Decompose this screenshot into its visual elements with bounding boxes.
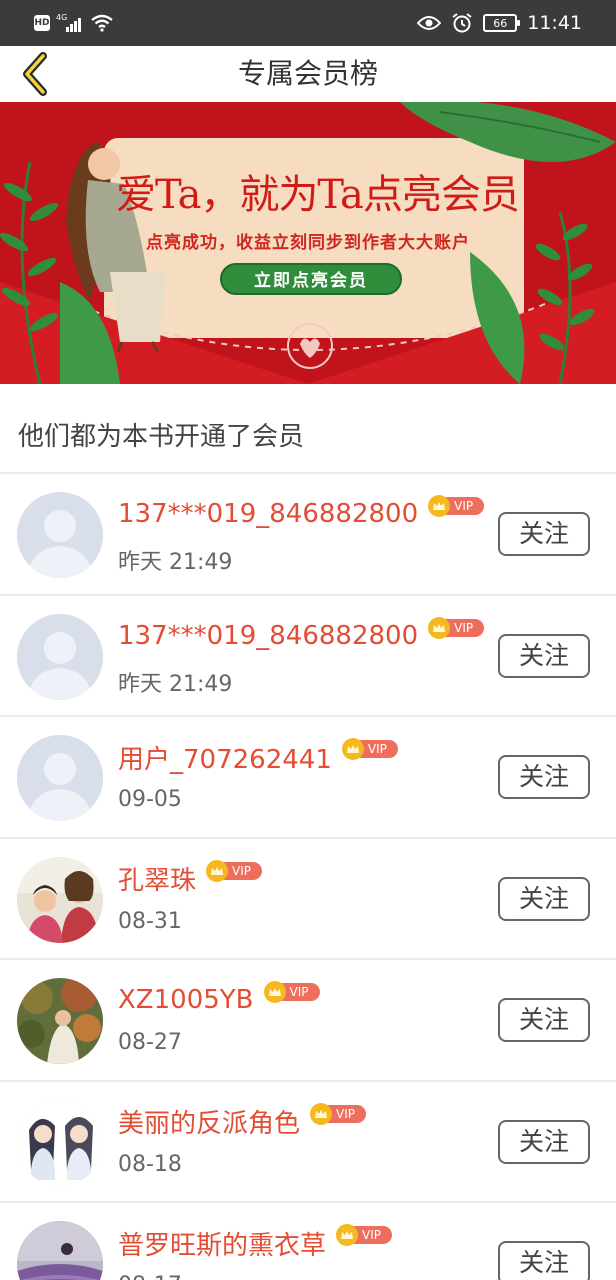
vip-promo-banner[interactable]: 爱Ta，就为Ta点亮会员 点亮成功，收益立刻同步到作者大大账户 立即点亮会员 — [0, 102, 616, 384]
member-row[interactable]: XZ1005YB VIP 08-27 关注 — [0, 960, 616, 1082]
member-name[interactable]: 普罗旺斯的熏衣草 — [118, 1225, 326, 1262]
member-date: 08-31 — [118, 908, 182, 934]
member-name[interactable]: 美丽的反派角色 — [118, 1103, 300, 1140]
member-name[interactable]: XZ1005YB — [118, 985, 254, 1015]
member-date: 昨天 21:49 — [118, 550, 233, 575]
default-avatar[interactable] — [17, 613, 103, 700]
alarm-icon — [452, 13, 472, 33]
status-bar: HD 4G 66 11:41 — [0, 0, 616, 46]
vip-badge: VIP — [336, 1224, 393, 1246]
4g-signal-icon: 4G — [56, 13, 84, 32]
member-name-wrap: 用户_707262441 VIP — [118, 737, 398, 777]
member-date: 09-05 — [118, 787, 182, 812]
default-avatar[interactable] — [17, 492, 103, 578]
light-up-vip-button[interactable]: 立即点亮会员 — [220, 263, 402, 295]
member-name-wrap: XZ1005YB VIP — [118, 980, 320, 1020]
wifi-icon — [91, 14, 113, 32]
app-header: 专属会员榜 — [0, 46, 616, 102]
vip-badge: VIP — [206, 859, 263, 882]
photo-avatar[interactable] — [17, 978, 103, 1064]
member-name-wrap: 美丽的反派角色 VIP — [118, 1102, 367, 1142]
page-title: 专属会员榜 — [237, 57, 378, 90]
member-name[interactable]: 137***019_846882800 — [118, 499, 418, 529]
member-date: 08-27 — [118, 1030, 182, 1055]
follow-button[interactable]: 关注 — [498, 876, 590, 921]
member-date: 08-17 — [118, 1273, 182, 1280]
crown-icon — [428, 616, 451, 639]
clock: 11:41 — [527, 12, 582, 34]
illustration-avatar[interactable] — [17, 1099, 103, 1186]
photo-avatar[interactable] — [17, 856, 103, 943]
follow-button[interactable]: 关注 — [498, 1119, 590, 1164]
crown-icon — [206, 859, 229, 882]
chevron-left-icon — [23, 52, 47, 96]
vip-badge: VIP — [428, 495, 485, 517]
photo-avatar[interactable] — [17, 1221, 103, 1280]
member-name[interactable]: 用户_707262441 — [118, 739, 332, 776]
vip-badge: VIP — [341, 738, 398, 760]
follow-button[interactable]: 关注 — [498, 512, 590, 556]
crown-icon — [310, 1102, 333, 1125]
crown-icon — [336, 1224, 359, 1246]
follow-button[interactable]: 关注 — [498, 633, 590, 678]
vip-badge: VIP — [263, 981, 320, 1003]
banner-subtitle: 点亮成功，收益立刻同步到作者大大账户 — [146, 233, 470, 253]
member-row[interactable]: 孔翠珠 VIP 08-31 关注 — [0, 839, 616, 960]
status-right: 66 11:41 — [417, 10, 582, 36]
member-date: 08-18 — [118, 1151, 182, 1177]
member-name-wrap: 普罗旺斯的熏衣草 VIP — [118, 1223, 393, 1263]
crown-icon — [341, 738, 364, 760]
default-avatar[interactable] — [17, 735, 103, 821]
vip-badge: VIP — [428, 616, 485, 639]
banner-title: 爱Ta，就为Ta点亮会员 — [116, 172, 520, 218]
member-row[interactable]: 普罗旺斯的熏衣草 VIP 08-17 关注 — [0, 1203, 616, 1280]
member-name[interactable]: 137***019_846882800 — [118, 621, 418, 651]
crown-icon — [428, 495, 451, 517]
battery-icon: 66 — [483, 14, 521, 32]
hd-icon: HD — [34, 15, 50, 31]
status-left: HD 4G — [34, 12, 114, 34]
member-name-wrap: 孔翠珠 VIP — [118, 859, 263, 899]
member-row[interactable]: 137***019_846882800 VIP 昨天 21:49 关注 — [0, 596, 616, 717]
member-name[interactable]: 孔翠珠 — [118, 860, 196, 897]
member-name-wrap: 137***019_846882800 VIP — [118, 616, 485, 656]
member-list: 137***019_846882800 VIP 昨天 21:49 关注 137*… — [0, 474, 616, 1280]
member-row[interactable]: 137***019_846882800 VIP 昨天 21:49 关注 — [0, 474, 616, 596]
member-row[interactable]: 用户_707262441 VIP 09-05 关注 — [0, 717, 616, 839]
follow-button[interactable]: 关注 — [498, 755, 590, 799]
back-button[interactable] — [12, 50, 56, 98]
section-heading: 他们都为本书开通了会员 — [18, 422, 305, 452]
member-row[interactable]: 美丽的反派角色 VIP 08-18 关注 — [0, 1082, 616, 1203]
follow-button[interactable]: 关注 — [498, 998, 590, 1042]
follow-button[interactable]: 关注 — [498, 1241, 590, 1280]
member-name-wrap: 137***019_846882800 VIP — [118, 494, 485, 534]
crown-icon — [263, 981, 286, 1003]
eye-icon — [417, 16, 442, 30]
member-date: 昨天 21:49 — [118, 671, 233, 697]
vip-badge: VIP — [310, 1102, 367, 1125]
